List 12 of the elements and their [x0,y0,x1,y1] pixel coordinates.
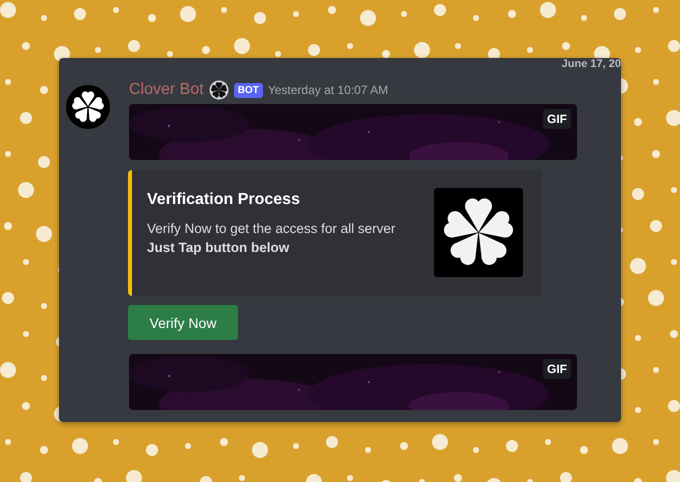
embed-description: Verify Now to get the access for all server Just Tap button below [147,220,396,257]
embed-title: Verification Process [147,191,301,209]
clover-thumbnail-icon [434,188,523,277]
author-name[interactable]: Clover Bot [129,81,204,99]
timestamp: Yesterday at 10:07 AM [268,83,388,97]
gif-badge: GIF [543,359,571,379]
bot-badge: BOT [234,82,263,98]
clover-avatar-icon [66,85,110,129]
gif-badge: GIF [543,109,571,129]
clover-icon [208,80,229,100]
date-divider: June 17, 20 [562,58,621,70]
verify-button[interactable]: Verify Now [128,305,238,340]
